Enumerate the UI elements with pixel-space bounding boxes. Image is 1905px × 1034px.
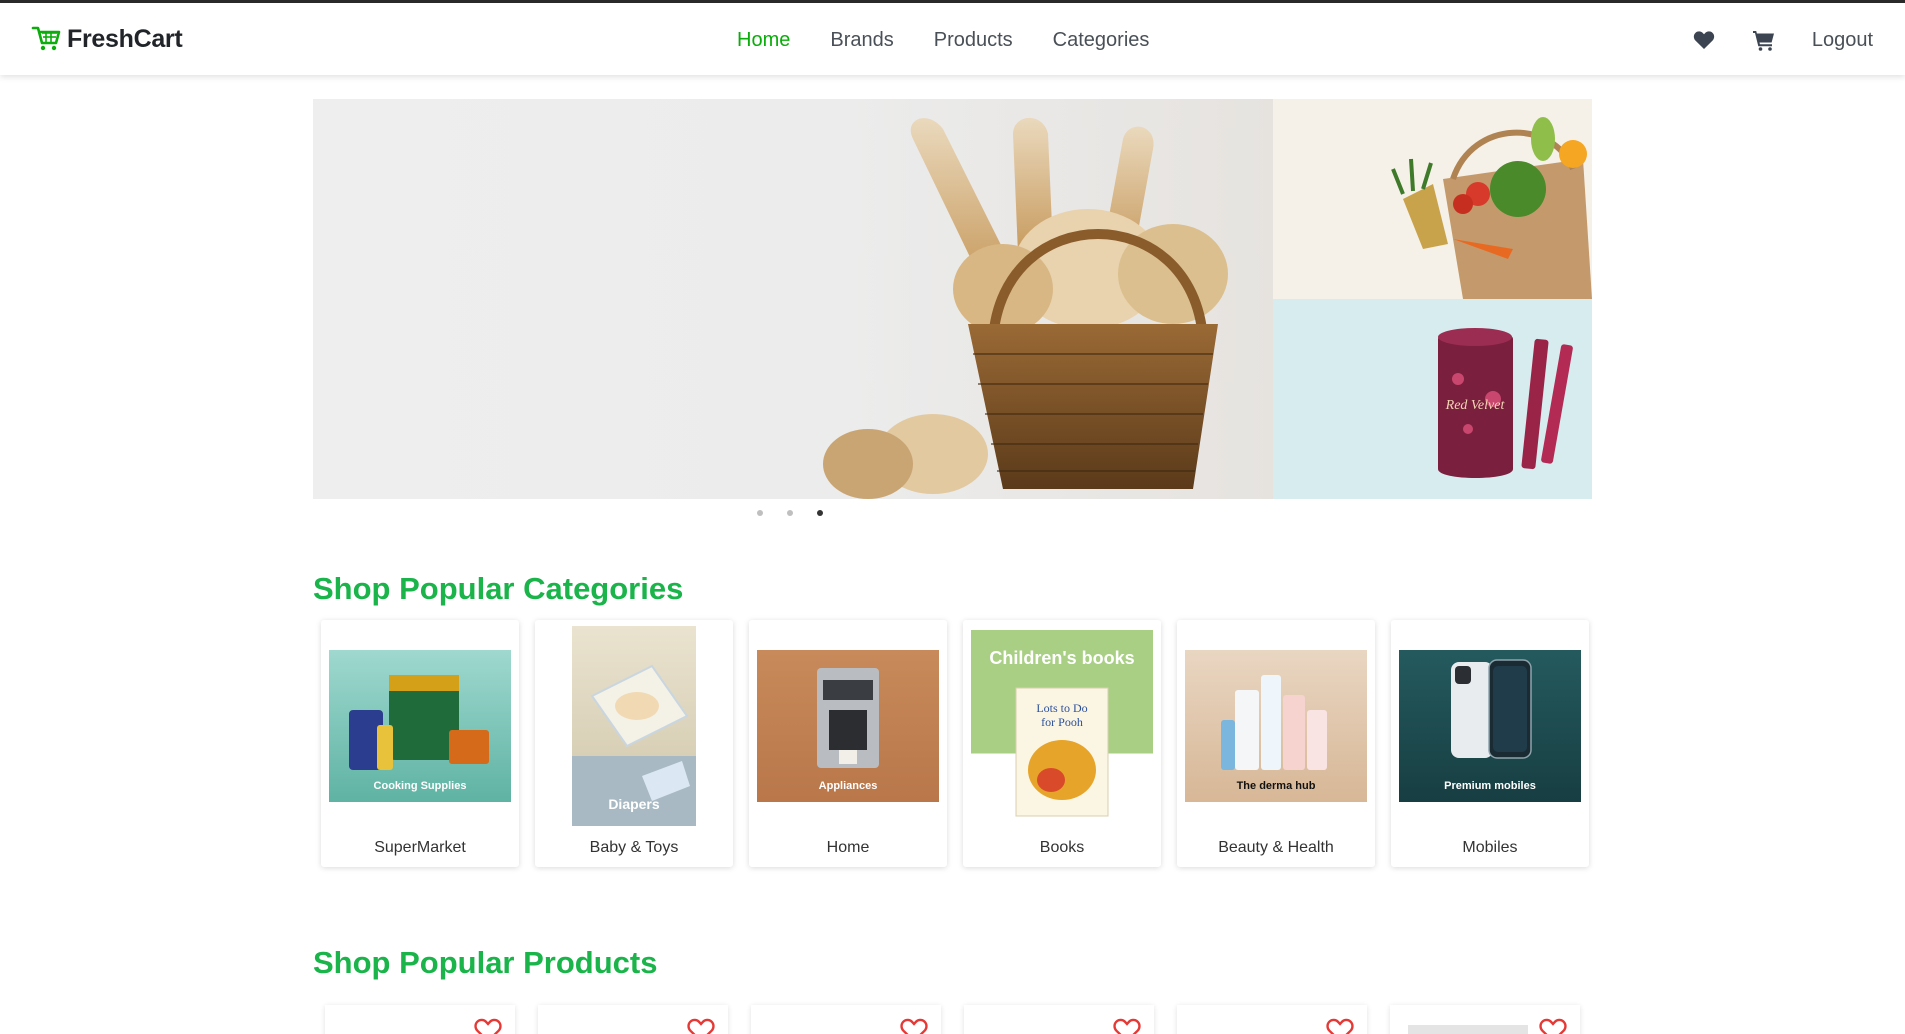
main-nav: Home Brands Products Categories <box>737 29 1149 52</box>
products-grid <box>325 1005 1580 1034</box>
cart-icon <box>31 26 61 51</box>
heart-outline-icon[interactable] <box>473 1017 503 1034</box>
product-card[interactable] <box>751 1005 941 1034</box>
svg-text:for Pooh: for Pooh <box>1041 715 1083 729</box>
category-image-mobiles: Premium mobiles <box>1399 650 1581 802</box>
category-image-caption: Children's books <box>989 648 1135 668</box>
category-image-supermarket: Cooking Supplies <box>329 650 511 802</box>
product-card[interactable] <box>964 1005 1154 1034</box>
category-name: Beauty & Health <box>1218 839 1334 856</box>
grocery-bag-image <box>1391 117 1592 299</box>
category-card-home[interactable]: Appliances Home <box>749 620 947 867</box>
category-card-baby-toys[interactable]: Diapers Baby & Toys <box>535 620 733 867</box>
category-image-beauty-health: The derma hub <box>1185 650 1367 802</box>
category-image-books: Children's books Lots to Do for Pooh <box>971 630 1153 820</box>
category-name: Books <box>1039 839 1085 856</box>
heart-outline-icon[interactable] <box>1325 1017 1355 1034</box>
nav-link-home[interactable]: Home <box>737 29 790 52</box>
category-card-beauty-health[interactable]: The derma hub Beauty & Health <box>1177 620 1375 867</box>
category-name: Baby & Toys <box>589 839 679 856</box>
heart-outline-icon[interactable] <box>1538 1017 1568 1034</box>
svg-text:Lots to Do: Lots to Do <box>1036 701 1087 715</box>
main-slider-image[interactable] <box>313 99 1273 499</box>
category-image-caption: Appliances <box>818 780 878 792</box>
category-image-home: Appliances <box>757 650 939 802</box>
nav-link-products[interactable]: Products <box>934 29 1013 52</box>
category-image-caption: Diapers <box>608 796 660 812</box>
side-banner-groceries[interactable] <box>1273 99 1592 299</box>
heart-outline-icon[interactable] <box>899 1017 929 1034</box>
category-image-baby-toys: Diapers <box>572 626 696 826</box>
bread-basket-image <box>823 117 1228 499</box>
navbar: FreshCart Home Brands Products Categorie… <box>0 3 1905 75</box>
slider-dots <box>757 510 823 516</box>
category-name: Mobiles <box>1462 839 1518 856</box>
category-image-caption: Cooking Supplies <box>373 780 467 792</box>
side-banner-wafer-rolls[interactable]: Red Velvet <box>1273 299 1592 499</box>
product-image <box>1408 1025 1528 1034</box>
svg-text:Red Velvet: Red Velvet <box>1445 398 1506 413</box>
category-image-caption: The derma hub <box>1236 780 1316 792</box>
category-card-books[interactable]: Children's books Lots to Do for Pooh Boo… <box>963 620 1161 867</box>
nav-actions: Logout <box>1692 25 1873 55</box>
slider-dot-2[interactable] <box>787 510 793 516</box>
slider-dot-3[interactable] <box>817 510 823 516</box>
category-card-supermarket[interactable]: Cooking Supplies SuperMarket <box>321 620 519 867</box>
category-image-caption: Premium mobiles <box>1444 780 1536 792</box>
product-card[interactable] <box>1177 1005 1367 1034</box>
wafer-rolls-image: Red Velvet <box>1438 328 1573 478</box>
heart-outline-icon[interactable] <box>686 1017 716 1034</box>
category-name: SuperMarket <box>374 839 466 856</box>
cart-icon[interactable] <box>1752 28 1776 52</box>
heart-icon[interactable] <box>1692 28 1716 52</box>
brand-name: FreshCart <box>67 24 183 53</box>
product-card[interactable] <box>325 1005 515 1034</box>
products-section-title: Shop Popular Products <box>313 945 658 980</box>
category-card-mobiles[interactable]: Premium mobiles Mobiles <box>1391 620 1589 867</box>
product-card[interactable] <box>538 1005 728 1034</box>
brand-logo[interactable]: FreshCart <box>31 23 183 55</box>
logout-link[interactable]: Logout <box>1812 29 1873 52</box>
heart-outline-icon[interactable] <box>1112 1017 1142 1034</box>
categories-section-title: Shop Popular Categories <box>313 571 684 606</box>
nav-link-brands[interactable]: Brands <box>830 29 893 52</box>
category-name: Home <box>826 839 870 856</box>
slider-dot-1[interactable] <box>757 510 763 516</box>
nav-link-categories[interactable]: Categories <box>1053 29 1150 52</box>
category-slider: Cooking Supplies SuperMarket Diapers Bab… <box>321 620 1589 867</box>
product-card[interactable] <box>1390 1005 1580 1034</box>
